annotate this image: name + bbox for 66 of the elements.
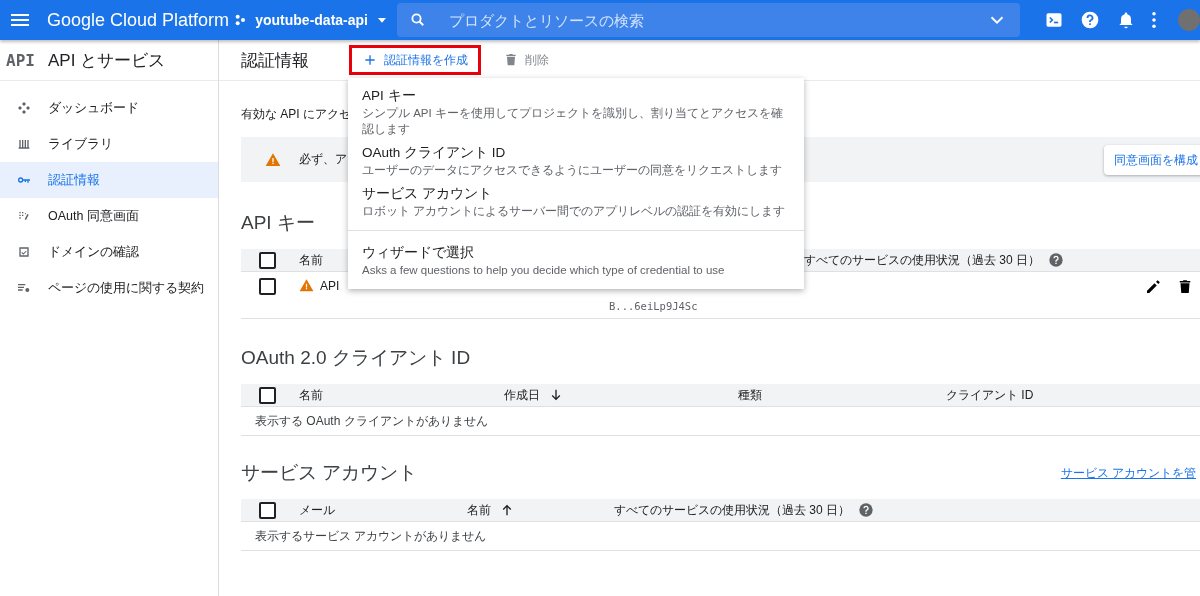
warning-icon (299, 278, 314, 293)
menu-item[interactable]: サービス アカウント ロボット アカウントによるサーバー間でのアプリレベルの認証を有効にします (348, 181, 804, 222)
domain-check-icon (16, 244, 32, 260)
terminal-icon (1044, 10, 1064, 30)
create-credentials-button[interactable]: 認証情報を作成 (349, 45, 481, 75)
column-header: すべてのサービスの使用状況（過去 30 日） (614, 501, 850, 519)
checkbox[interactable] (259, 278, 276, 295)
menu-item-title: OAuth クライアント ID (362, 144, 507, 162)
help-button[interactable] (1080, 10, 1100, 30)
more-vert-icon (1152, 12, 1156, 28)
checkbox[interactable] (259, 386, 276, 404)
menu-item-title: API キー (362, 87, 417, 105)
pencil-icon (1144, 278, 1162, 296)
api-logo: API (6, 50, 36, 70)
product-name: Google Cloud Platform (47, 9, 230, 31)
sidebar-item[interactable]: ライブラリ (0, 126, 218, 162)
menu-item[interactable]: API キー シンプル API キーを使用してプロジェクトを識別し、割り当てとアクセスを確認します (348, 83, 804, 140)
plus-icon (362, 52, 378, 68)
project-selector[interactable]: youtube-data-api (229, 12, 394, 28)
sidebar-title: API とサービス (48, 49, 166, 72)
column-header: 名前 (299, 251, 323, 269)
menu-item-description: Asks a few questions to help you decide which type of credential to use (362, 263, 726, 278)
search-input[interactable]: プロダクトとリソースの検索 (447, 10, 966, 30)
menu-item-title: ウィザードで選択 (362, 244, 475, 262)
menu-item-description: ロボット アカウントによるサーバー間でのアプリレベルの認証を有効にします (362, 204, 787, 219)
manage-service-accounts-link[interactable]: サービス アカウントを管 (1060, 465, 1196, 481)
help-icon (1080, 10, 1100, 30)
checkbox[interactable] (259, 251, 276, 269)
sidebar-item[interactable]: OAuth 同意画面 (0, 198, 218, 234)
sidebar-item[interactable]: ページの使用に関する契約 (0, 270, 218, 306)
section-title: OAuth 2.0 クライアント ID (241, 346, 471, 370)
column-header: 種類 (738, 386, 762, 404)
menu-item[interactable]: ウィザードで選択 Asks a few questions to help you decide which type of credential to use (348, 240, 804, 281)
checkbox[interactable] (259, 501, 276, 519)
sidebar-item[interactable]: 認証情報 (0, 162, 218, 198)
menu-item-title: サービス アカウント (362, 185, 493, 203)
column-header[interactable]: 名前 (467, 501, 491, 519)
key-value: B...6eiLp9J4Sc (609, 300, 699, 312)
help-icon (858, 502, 874, 518)
section-title: サービス アカウント (241, 461, 418, 485)
banner-text: 必ず、ア (299, 151, 347, 168)
menu-item-description: シンプル API キーを使用してプロジェクトを識別し、割り当てとアクセスを確認します (362, 106, 784, 137)
terminal-button[interactable] (1044, 10, 1064, 30)
search-field[interactable]: プロダクトとリソースの検索 (397, 3, 1020, 37)
page-title: 認証情報 (241, 49, 310, 72)
empty-message: 表示するサービス アカウントがありません (241, 522, 1200, 551)
empty-message: 表示する OAuth クライアントがありません (241, 407, 1200, 436)
help-icon (1048, 252, 1064, 268)
column-header: メール (299, 501, 335, 519)
column-header: クライアント ID (946, 386, 1034, 404)
warning-icon (265, 151, 281, 168)
sidebar-item[interactable]: ドメインの確認 (0, 234, 218, 270)
column-header[interactable]: 作成日 (504, 386, 540, 404)
trash-icon (503, 52, 519, 68)
menu-item-description: ユーザーのデータにアクセスできるようにユーザーの同意をリクエストします (362, 163, 783, 178)
key-name[interactable]: API (320, 278, 340, 293)
edit-button[interactable] (1144, 278, 1162, 296)
column-header: 名前 (299, 386, 323, 404)
delete-button[interactable]: 削除 (497, 50, 555, 70)
diamond-dots-icon (16, 100, 32, 116)
section-title: API キー (241, 211, 315, 235)
menu-item[interactable]: OAuth クライアント ID ユーザーのデータにアクセスできるようにユーザーの同意をリクエストします (348, 140, 804, 181)
more-button[interactable] (1152, 10, 1156, 30)
configure-consent-button[interactable]: 同意画面を構成 (1104, 145, 1200, 175)
sidebar-item[interactable]: ダッシュボード (0, 90, 218, 126)
column-header: すべてのサービスの使用状況（過去 30 日） (804, 251, 1040, 269)
